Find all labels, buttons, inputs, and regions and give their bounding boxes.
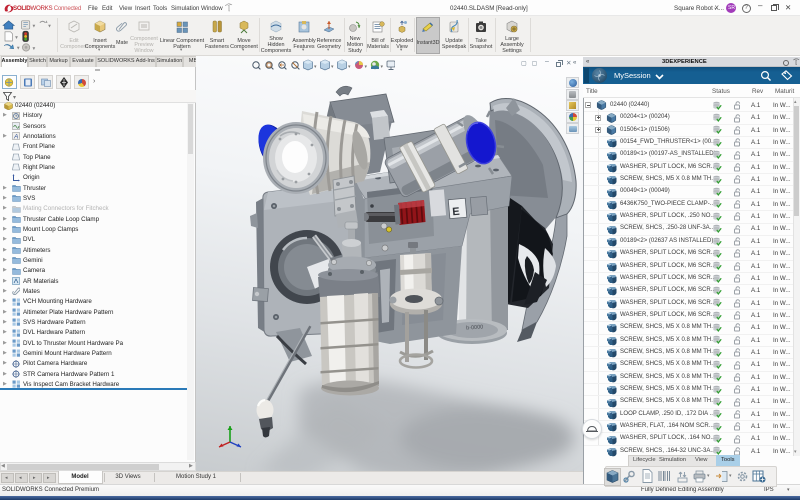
svg-text:▾: ▾ [17,45,20,51]
svg-text:▾: ▾ [33,46,36,52]
svg-text:b-0000: b-0000 [466,324,484,331]
svg-text:▾: ▾ [13,95,16,101]
svg-text:▾: ▾ [15,35,18,41]
svg-text:▾: ▾ [48,23,51,29]
svg-text:▾: ▾ [33,23,36,29]
svg-text:A: A [13,134,18,141]
svg-text:E: E [452,206,460,219]
